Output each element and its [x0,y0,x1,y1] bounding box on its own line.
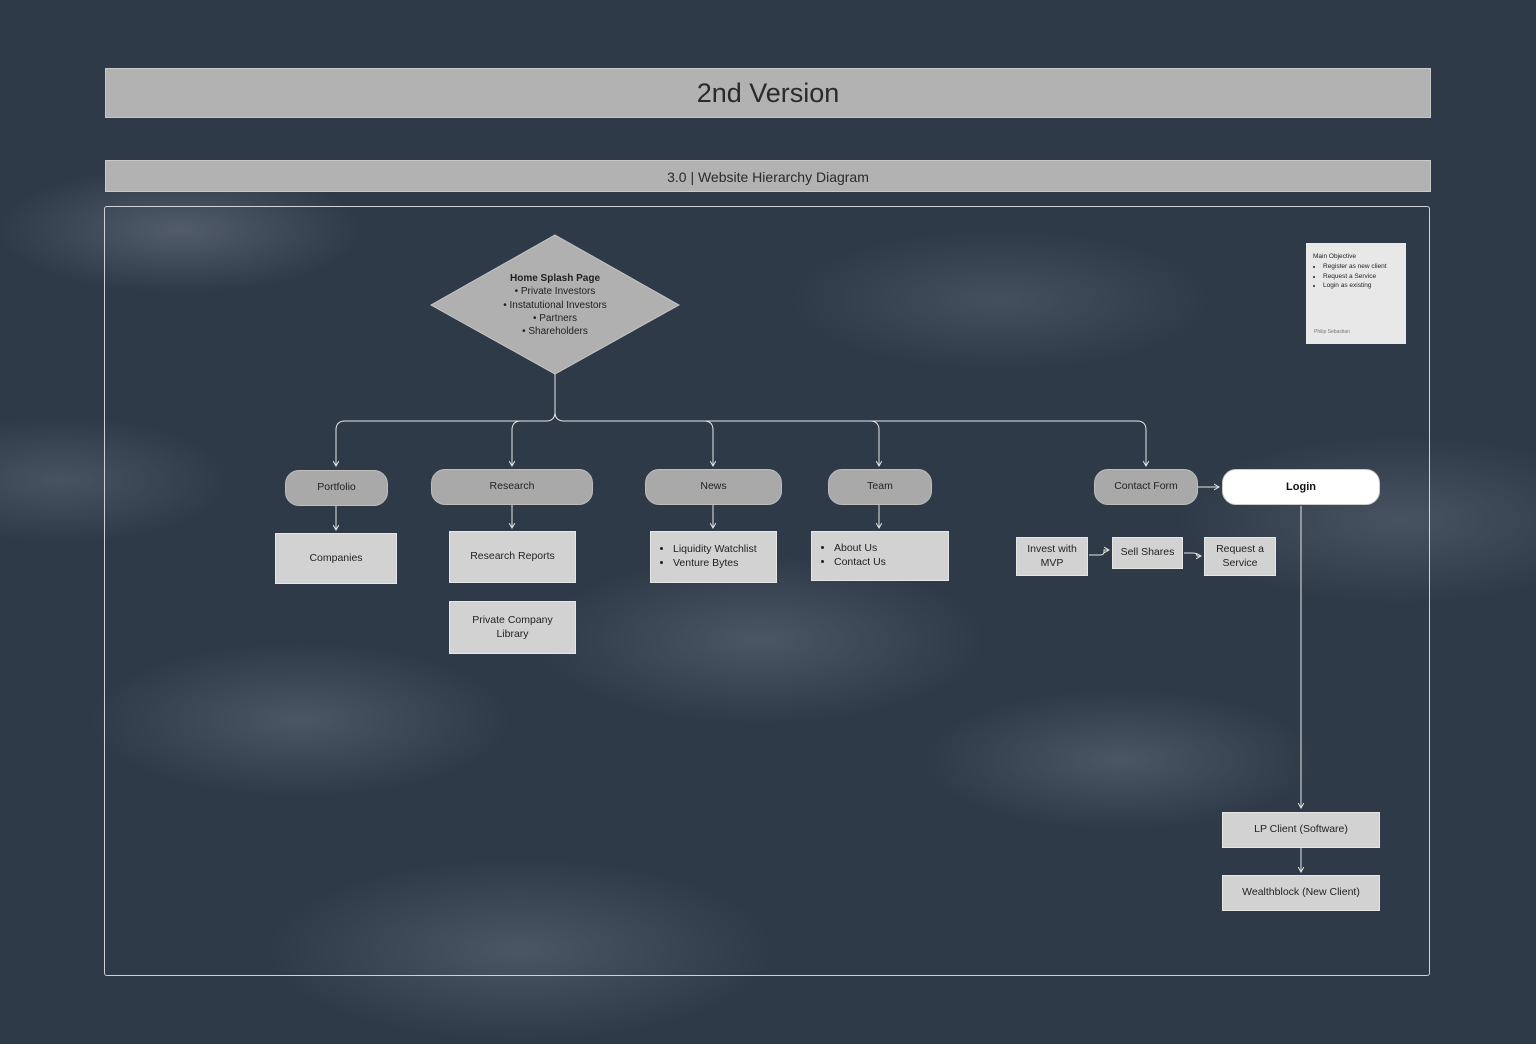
research-node: Research [431,469,593,505]
connector-root-contact [870,420,1150,467]
invest-with-mvp-node: Invest with MVP [1016,537,1088,576]
sell-shares-label: Sell Shares [1120,546,1175,559]
news-item: Liquidity Watchlist [673,543,757,557]
companies-node: Companies [275,533,397,584]
home-splash-label: Home Splash Page Private Investors Insta… [470,272,640,338]
team-label: Team [867,480,893,493]
lp-client-label: LP Client (Software) [1254,823,1348,836]
audience-item: Partners [470,312,640,325]
news-items-node: Liquidity Watchlist Venture Bytes [650,531,777,583]
audience-item: Instatutional Investors [470,299,640,312]
sell-shares-node: Sell Shares [1112,537,1183,569]
wealthblock-node: Wealthblock (New Client) [1222,875,1380,911]
contact-form-node: Contact Form [1094,469,1198,505]
private-company-library-node: Private Company Library [449,601,576,654]
request-service-label: Request a Service [1216,542,1264,569]
home-splash-title: Home Splash Page [509,273,601,284]
sticky-note-item: Register as new client [1323,262,1399,272]
contact-form-label: Contact Form [1114,480,1178,493]
connector-root-research [508,420,546,467]
audience-item: Private Investors [470,285,640,298]
request-service-node: Request a Service [1204,537,1276,576]
news-items-list: Liquidity Watchlist Venture Bytes [663,543,757,570]
sticky-note: Main Objective Register as new client Re… [1306,243,1406,344]
sticky-note-author: Philip Sebastian [1314,328,1350,335]
portfolio-node: Portfolio [285,470,388,506]
sticky-note-item: Login as existing [1323,281,1399,291]
private-company-library-label: Private Company Library [472,613,553,640]
portfolio-label: Portfolio [317,481,356,494]
login-label: Login [1286,480,1316,493]
lp-client-node: LP Client (Software) [1222,812,1380,848]
team-node: Team [828,469,932,505]
team-items-node: About Us Contact Us [811,531,949,581]
connector-root-team [704,420,883,467]
companies-label: Companies [309,551,363,564]
research-reports-label: Research Reports [470,550,555,563]
sticky-note-item: Request a Service [1323,272,1399,282]
research-reports-node: Research Reports [449,531,576,583]
invest-with-mvp-label: Invest with MVP [1027,542,1077,569]
team-items-list: About Us Contact Us [824,542,886,569]
news-node: News [645,469,782,505]
audience-list: Private Investors Instatutional Investor… [470,285,640,338]
team-item: About Us [834,542,886,556]
news-item: Venture Bytes [673,557,757,571]
wealthblock-label: Wealthblock (New Client) [1242,886,1360,899]
sticky-note-title: Main Objective [1313,253,1356,260]
sticky-note-list: Register as new client Request a Service… [1313,262,1399,291]
audience-item: Shareholders [470,325,640,338]
news-label: News [700,480,727,493]
login-node: Login [1222,469,1380,505]
connector-sell-request [1184,552,1202,560]
research-label: Research [489,480,535,493]
connector-invest-sell [1089,546,1110,556]
connector-root-news [554,411,717,467]
connector-root-trunk [332,374,556,467]
team-item: Contact Us [834,556,886,570]
